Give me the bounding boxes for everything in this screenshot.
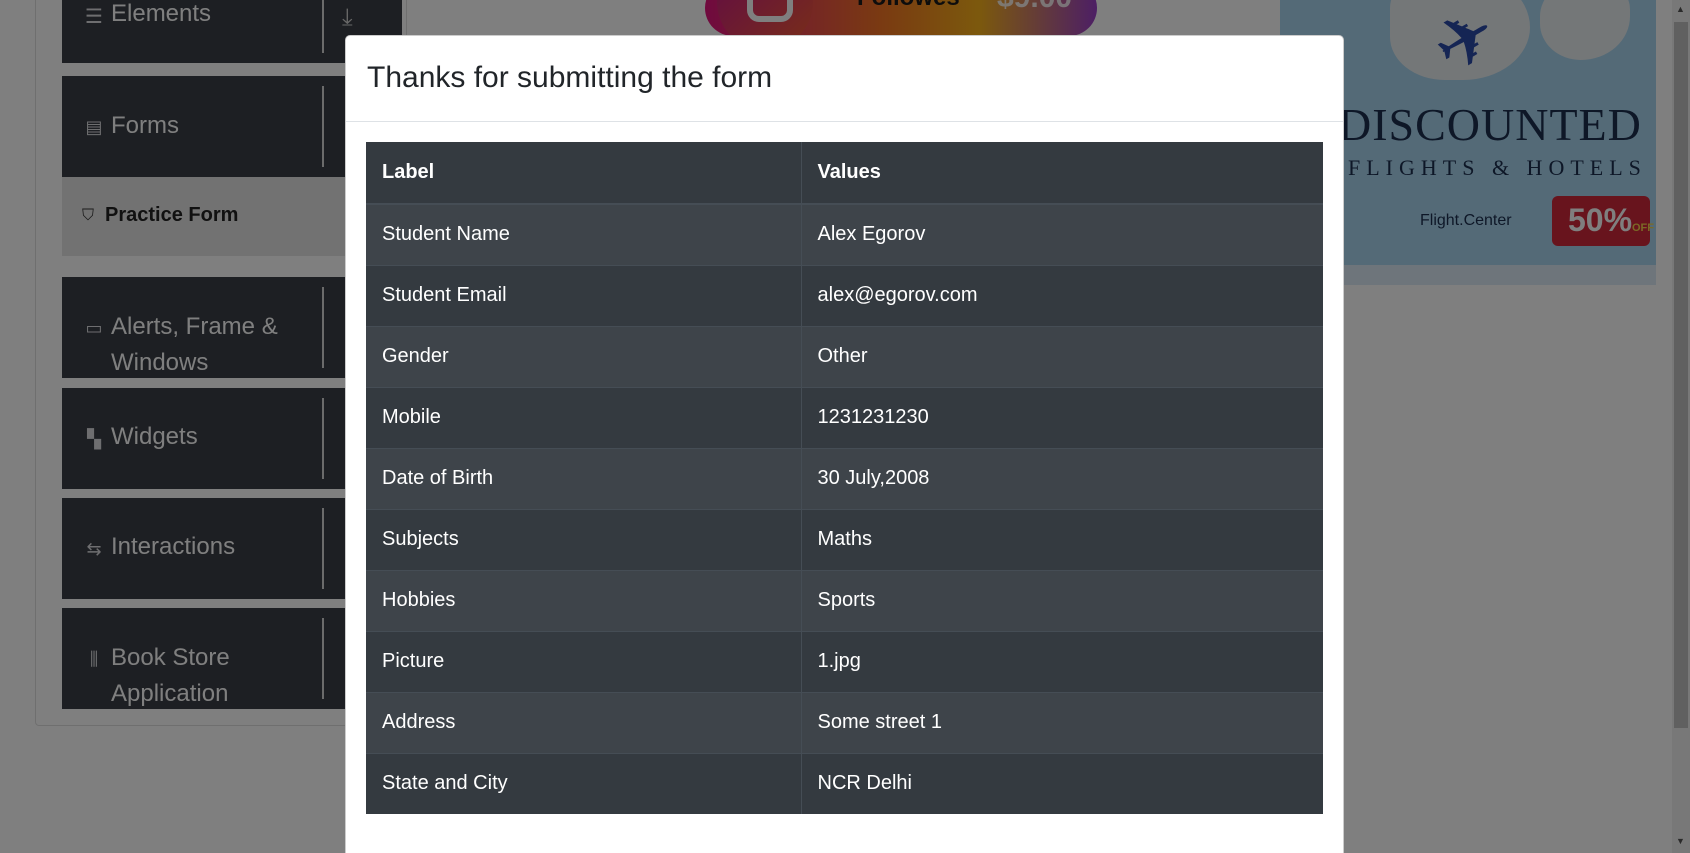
row-value: 1231231230 [800, 386, 1323, 448]
row-label: Mobile [366, 386, 801, 448]
row-value: alex@egorov.com [800, 264, 1323, 326]
row-label: Address [366, 691, 801, 753]
row-label: Student Email [366, 264, 801, 326]
modal-title: Thanks for submitting the form [367, 61, 773, 94]
modal-body: Label Values Student Name Alex Egorov St… [346, 122, 1343, 834]
row-value: Sports [800, 569, 1323, 631]
table-header-row: Label Values [366, 142, 1323, 205]
row-label: Hobbies [366, 569, 801, 631]
table-row: Student Email alex@egorov.com [366, 264, 1323, 326]
row-label: State and City [366, 752, 801, 814]
row-label: Subjects [366, 508, 801, 570]
row-value: 1.jpg [800, 630, 1323, 692]
row-label: Student Name [366, 203, 801, 265]
submission-modal: Thanks for submitting the form Label Val… [345, 35, 1344, 853]
table-row: Subjects Maths [366, 508, 1323, 570]
table-row: Mobile 1231231230 [366, 386, 1323, 448]
modal-header: Thanks for submitting the form [346, 36, 1343, 122]
table-row: State and City NCR Delhi [366, 752, 1323, 814]
column-header-values: Values [800, 142, 1323, 205]
row-value: NCR Delhi [800, 752, 1323, 814]
row-value: 30 July,2008 [800, 447, 1323, 509]
submission-table: Label Values Student Name Alex Egorov St… [366, 142, 1323, 814]
table-row: Student Name Alex Egorov [366, 203, 1323, 265]
row-value: Maths [800, 508, 1323, 570]
row-label: Date of Birth [366, 447, 801, 509]
table-row: Hobbies Sports [366, 569, 1323, 631]
table-row: Gender Other [366, 325, 1323, 387]
row-value: Other [800, 325, 1323, 387]
table-row: Date of Birth 30 July,2008 [366, 447, 1323, 509]
column-header-label: Label [366, 142, 801, 205]
row-value: Alex Egorov [800, 203, 1323, 265]
row-value: Some street 1 [800, 691, 1323, 753]
row-label: Picture [366, 630, 801, 692]
table-row: Picture 1.jpg [366, 630, 1323, 692]
row-label: Gender [366, 325, 801, 387]
table-row: Address Some street 1 [366, 691, 1323, 753]
